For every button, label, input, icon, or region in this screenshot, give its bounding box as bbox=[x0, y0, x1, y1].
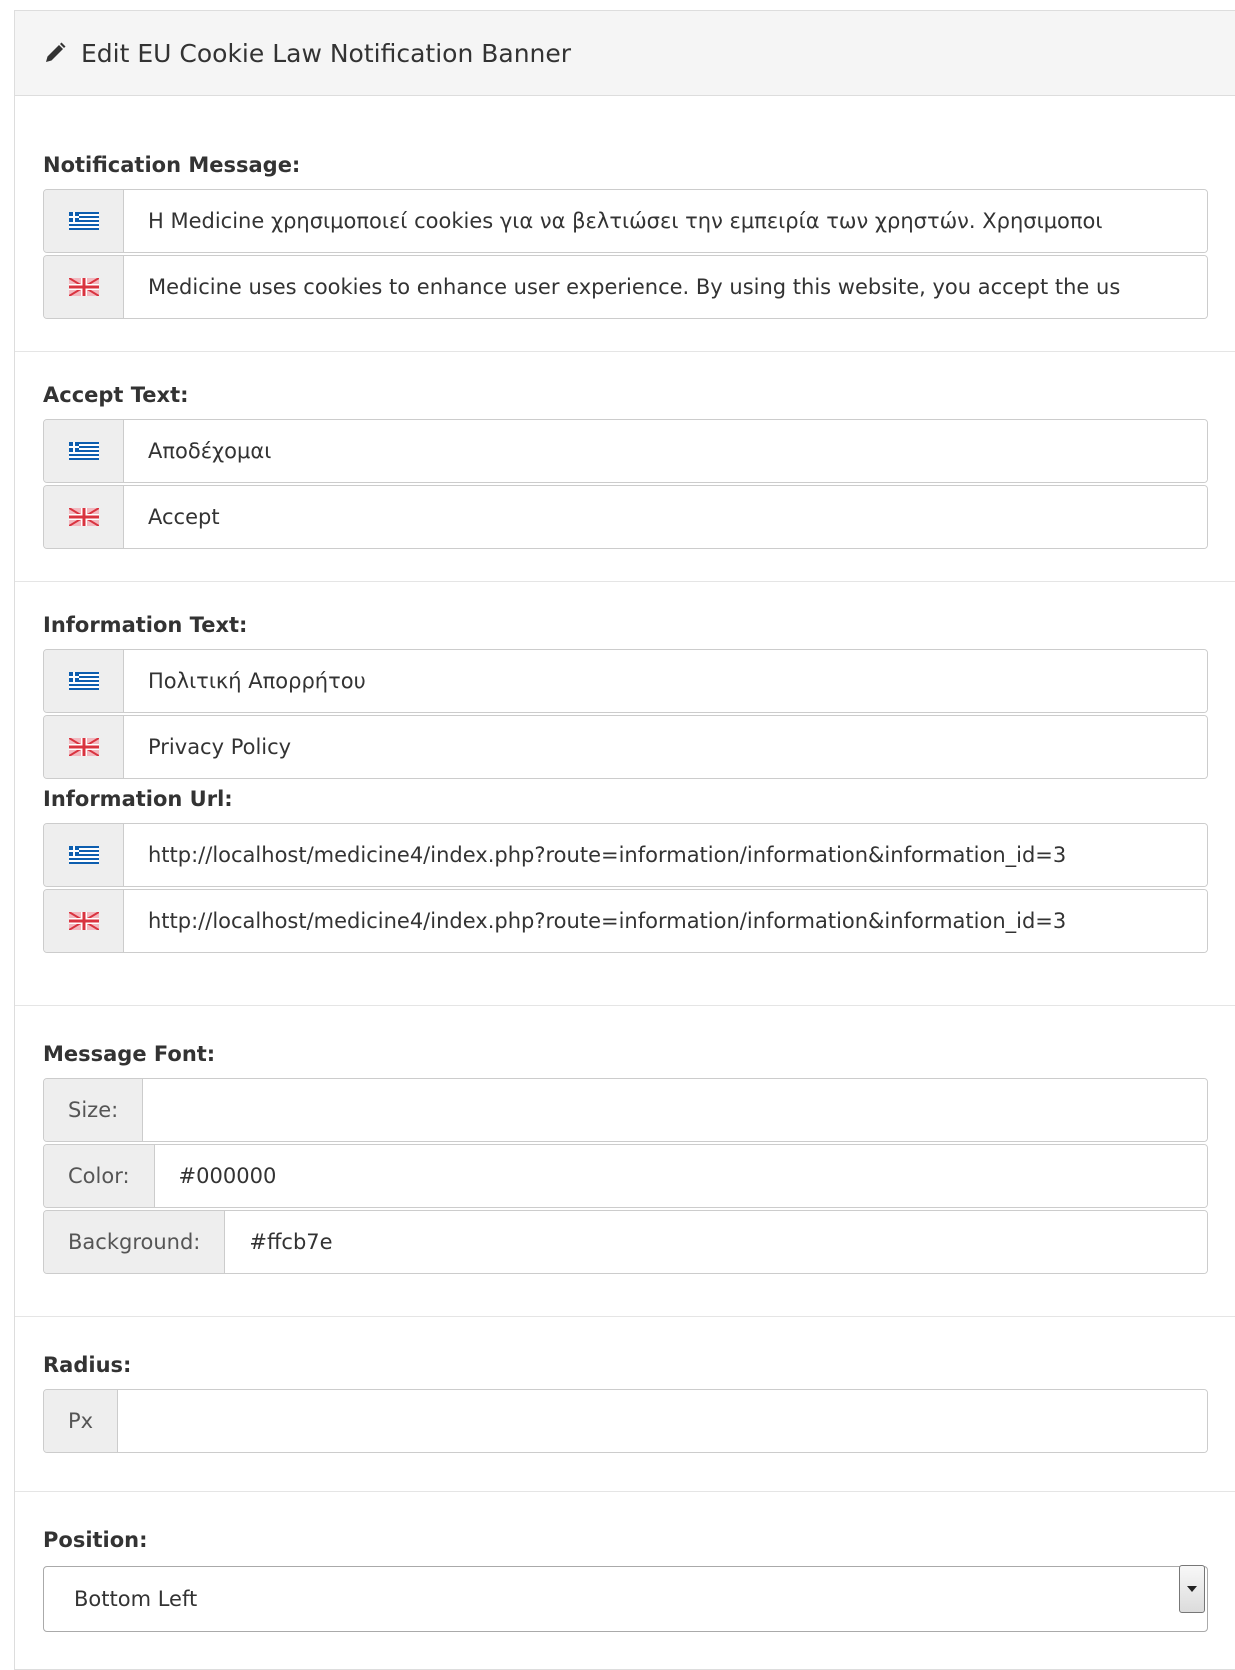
information-text-greek-input[interactable]: Πολιτική Απορρήτου bbox=[124, 650, 1207, 712]
font-background-input[interactable]: #ffcb7e bbox=[225, 1211, 1207, 1273]
font-color-addon: Color: bbox=[44, 1145, 155, 1207]
font-color-group: Color: #000000 bbox=[43, 1144, 1208, 1208]
position-selected-value: Bottom Left bbox=[74, 1587, 198, 1611]
information-section: Information Text: Πολιτική Απορρήτου Pri… bbox=[15, 582, 1235, 1006]
information-url-english-group: http://localhost/medicine4/index.php?rou… bbox=[43, 889, 1208, 953]
information-text-greek-group: Πολιτική Απορρήτου bbox=[43, 649, 1208, 713]
position-select[interactable]: Bottom Left bbox=[43, 1565, 1208, 1632]
accept-text-english-input[interactable]: Accept bbox=[124, 486, 1207, 548]
greek-flag-addon bbox=[44, 650, 124, 712]
font-size-input[interactable] bbox=[143, 1079, 1207, 1141]
panel-heading: Edit EU Cookie Law Notification Banner bbox=[15, 11, 1235, 96]
panel-title: Edit EU Cookie Law Notification Banner bbox=[81, 38, 572, 68]
position-label: Position: bbox=[43, 1528, 148, 1552]
accept-text-label: Accept Text: bbox=[43, 383, 189, 407]
message-font-section: Message Font: Size: Color: #000000 Backg… bbox=[15, 1006, 1235, 1317]
greek-flag-addon bbox=[44, 190, 124, 252]
uk-flag-icon bbox=[68, 912, 99, 930]
accept-text-greek-group: Αποδέχομαι bbox=[43, 419, 1208, 483]
edit-banner-panel: Edit EU Cookie Law Notification Banner N… bbox=[14, 10, 1235, 1670]
accept-text-section: Accept Text: Αποδέχομαι Accept bbox=[15, 352, 1235, 582]
radius-label: Radius: bbox=[43, 1353, 132, 1377]
font-size-addon: Size: bbox=[44, 1079, 144, 1141]
information-text-english-input[interactable]: Privacy Policy bbox=[124, 716, 1207, 778]
information-text-english-group: Privacy Policy bbox=[43, 715, 1208, 779]
uk-flag-icon bbox=[68, 278, 99, 296]
pencil-icon bbox=[46, 42, 66, 62]
message-font-label: Message Font: bbox=[43, 1042, 216, 1066]
dropdown-arrow-icon[interactable] bbox=[1179, 1565, 1205, 1613]
font-background-group: Background: #ffcb7e bbox=[43, 1210, 1208, 1274]
accept-text-english-group: Accept bbox=[43, 485, 1208, 549]
notification-message-english-group: Medicine uses cookies to enhance user ex… bbox=[43, 255, 1208, 319]
font-size-group: Size: bbox=[43, 1078, 1208, 1142]
notification-message-section: Notification Message: Η Medicine χρησιμο… bbox=[15, 96, 1235, 352]
radius-input[interactable] bbox=[118, 1390, 1207, 1452]
uk-flag-addon bbox=[44, 486, 124, 548]
information-text-label: Information Text: bbox=[43, 613, 248, 637]
notification-message-greek-group: Η Medicine χρησιμοποιεί cookies για να β… bbox=[43, 189, 1208, 253]
information-url-greek-group: http://localhost/medicine4/index.php?rou… bbox=[43, 823, 1208, 887]
information-url-greek-input[interactable]: http://localhost/medicine4/index.php?rou… bbox=[124, 824, 1207, 886]
information-url-label: Information Url: bbox=[43, 787, 233, 811]
greek-flag-icon bbox=[68, 212, 99, 230]
position-section: Position: Bottom Left bbox=[15, 1492, 1235, 1632]
notification-message-english-input[interactable]: Medicine uses cookies to enhance user ex… bbox=[124, 256, 1207, 318]
uk-flag-addon bbox=[44, 890, 124, 952]
radius-section: Radius: Px bbox=[15, 1317, 1235, 1492]
font-color-input[interactable]: #000000 bbox=[154, 1145, 1207, 1207]
font-background-addon: Background: bbox=[44, 1211, 226, 1273]
greek-flag-addon bbox=[44, 420, 124, 482]
uk-flag-icon bbox=[68, 508, 99, 526]
greek-flag-icon bbox=[68, 846, 99, 864]
greek-flag-icon bbox=[68, 442, 99, 460]
radius-unit-addon: Px bbox=[44, 1390, 119, 1452]
information-url-english-input[interactable]: http://localhost/medicine4/index.php?rou… bbox=[124, 890, 1207, 952]
radius-group: Px bbox=[43, 1389, 1208, 1453]
notification-message-greek-input[interactable]: Η Medicine χρησιμοποιεί cookies για να β… bbox=[124, 190, 1207, 252]
uk-flag-icon bbox=[68, 738, 99, 756]
uk-flag-addon bbox=[44, 716, 124, 778]
greek-flag-icon bbox=[68, 672, 99, 690]
notification-message-label: Notification Message: bbox=[43, 153, 301, 177]
uk-flag-addon bbox=[44, 256, 124, 318]
accept-text-greek-input[interactable]: Αποδέχομαι bbox=[124, 420, 1207, 482]
greek-flag-addon bbox=[44, 824, 124, 886]
